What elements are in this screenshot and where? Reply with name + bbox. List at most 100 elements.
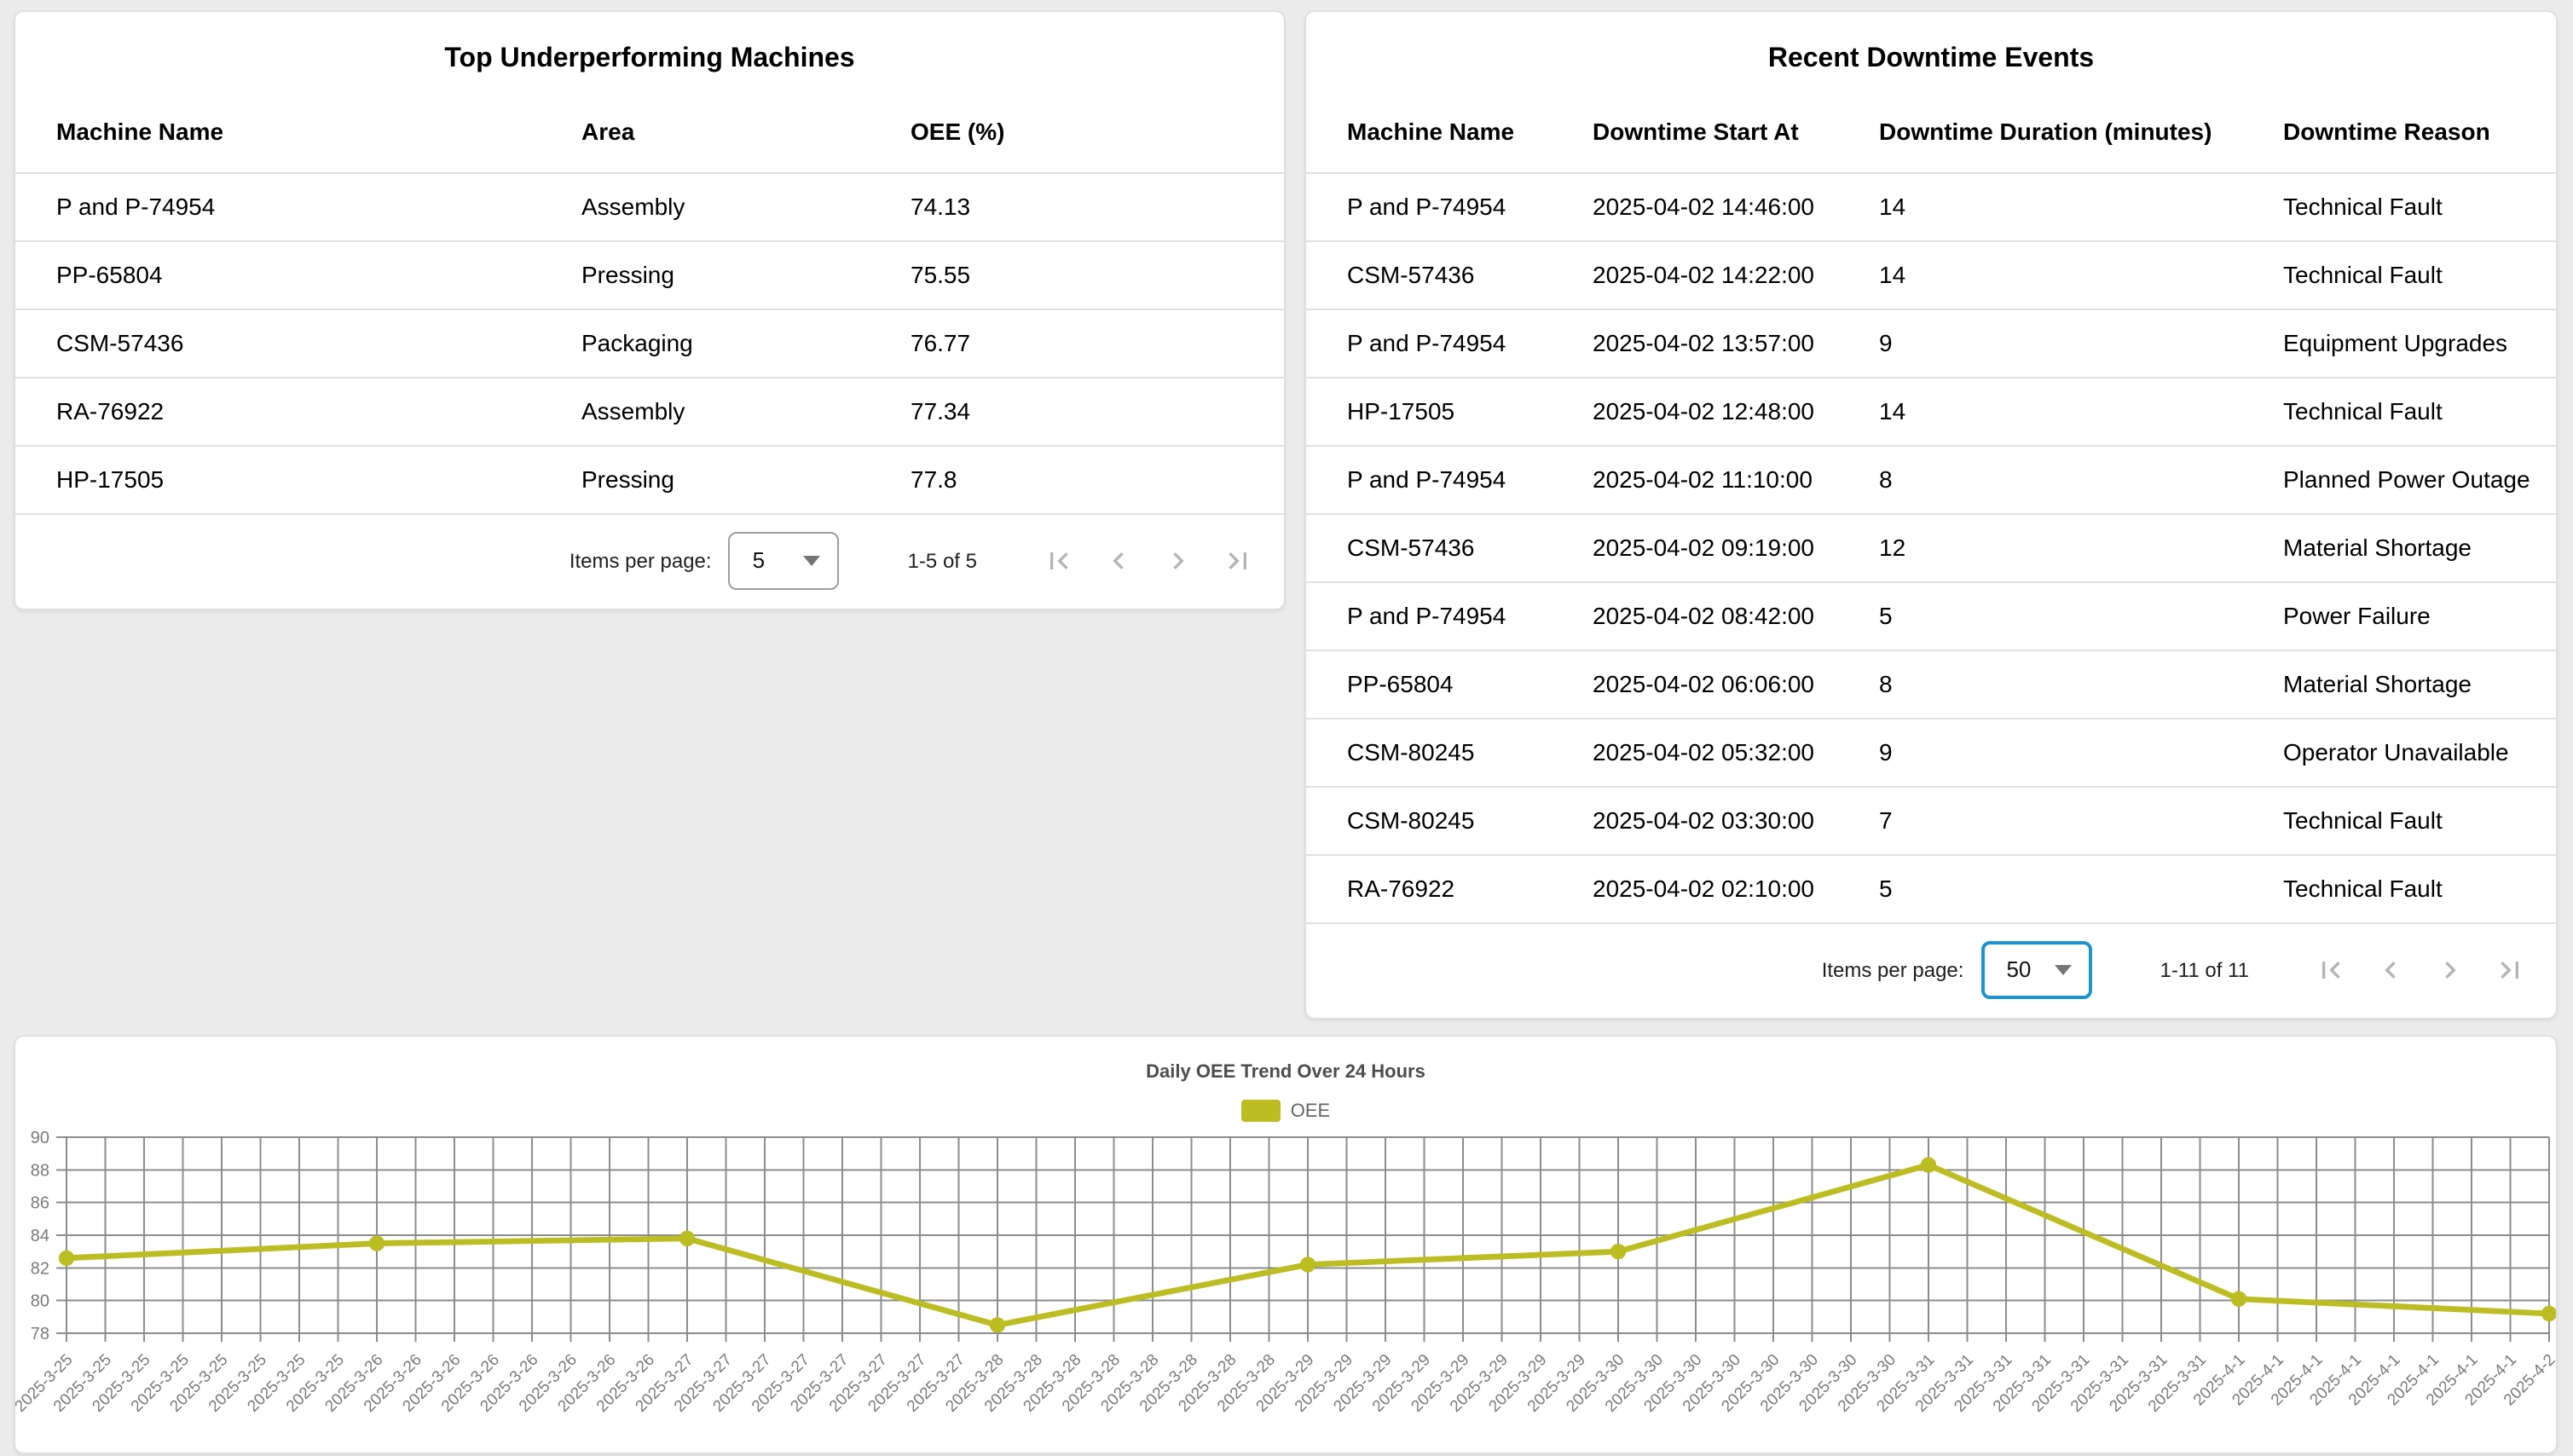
items-per-page-label: Items per page: bbox=[1822, 957, 1964, 981]
table-cell: 8 bbox=[1838, 445, 2242, 513]
column-header: OEE (%) bbox=[870, 90, 1284, 172]
table-cell: 2025-04-02 02:10:00 bbox=[1552, 854, 1838, 922]
first-page-button[interactable] bbox=[2305, 944, 2356, 995]
table-cell: 2025-04-02 09:19:00 bbox=[1552, 513, 1838, 581]
table-row: PP-658042025-04-02 06:06:008Material Sho… bbox=[1306, 650, 2556, 718]
last-page-button[interactable] bbox=[2484, 944, 2535, 995]
table-cell: Packaging bbox=[541, 309, 870, 377]
chart-legend: OEE bbox=[15, 1100, 2556, 1122]
first-page-icon bbox=[1042, 543, 1076, 577]
table-cell: Power Failure bbox=[2242, 581, 2556, 650]
column-header: Machine Name bbox=[15, 90, 541, 172]
table-cell: 5 bbox=[1838, 854, 2242, 922]
table-cell: 75.55 bbox=[870, 240, 1284, 309]
chevron-left-icon bbox=[2374, 952, 2408, 986]
table-cell: 9 bbox=[1838, 309, 2242, 377]
legend-swatch bbox=[1241, 1100, 1281, 1122]
table-cell: Pressing bbox=[541, 445, 870, 513]
table-cell: 2025-04-02 13:57:00 bbox=[1552, 309, 1838, 377]
table-cell: 2025-04-02 03:30:00 bbox=[1552, 786, 1838, 854]
column-header: Area bbox=[541, 90, 870, 172]
table-cell: Technical Fault bbox=[2242, 377, 2556, 445]
table-cell: Material Shortage bbox=[2242, 650, 2556, 718]
previous-page-button[interactable] bbox=[1093, 534, 1144, 586]
svg-text:88: 88 bbox=[31, 1161, 49, 1180]
table-cell: RA-76922 bbox=[15, 377, 541, 445]
table-cell: PP-65804 bbox=[1306, 650, 1552, 718]
chart-title: Daily OEE Trend Over 24 Hours bbox=[15, 1037, 2556, 1084]
table-row: CSM-802452025-04-02 03:30:007Technical F… bbox=[1306, 786, 2556, 854]
table-cell: CSM-57436 bbox=[1306, 513, 1552, 581]
next-page-button[interactable] bbox=[1153, 534, 1204, 586]
underperforming-machines-table: Machine NameAreaOEE (%) P and P-74954Ass… bbox=[15, 90, 1284, 514]
svg-text:86: 86 bbox=[31, 1194, 49, 1213]
table-cell: Pressing bbox=[541, 240, 870, 309]
table-cell: CSM-80245 bbox=[1306, 786, 1552, 854]
items-per-page-select[interactable]: 5 bbox=[729, 531, 840, 589]
table-cell: HP-17505 bbox=[15, 445, 541, 513]
table-row: HP-175052025-04-02 12:48:0014Technical F… bbox=[1306, 377, 2556, 445]
table-row: RA-769222025-04-02 02:10:005Technical Fa… bbox=[1306, 854, 2556, 922]
table-cell: 2025-04-02 06:06:00 bbox=[1552, 650, 1838, 718]
previous-page-button[interactable] bbox=[2365, 944, 2416, 995]
card-title: Top Underperforming Machines bbox=[15, 12, 1284, 90]
table-cell: Technical Fault bbox=[2242, 172, 2556, 240]
table-cell: Assembly bbox=[541, 377, 870, 445]
next-page-button[interactable] bbox=[2425, 944, 2476, 995]
table-cell: P and P-74954 bbox=[1306, 172, 1552, 240]
svg-text:80: 80 bbox=[31, 1292, 49, 1311]
page-range-label: 1-11 of 11 bbox=[2160, 957, 2249, 981]
chevron-down-icon bbox=[2054, 964, 2071, 974]
table-header-row: Machine NameAreaOEE (%) bbox=[15, 90, 1284, 172]
last-page-icon bbox=[1221, 543, 1255, 577]
table-row: CSM-802452025-04-02 05:32:009Operator Un… bbox=[1306, 718, 2556, 786]
table-cell: P and P-74954 bbox=[1306, 309, 1552, 377]
table-cell: Material Shortage bbox=[2242, 513, 2556, 581]
table-cell: 7 bbox=[1838, 786, 2242, 854]
chevron-right-icon bbox=[1161, 543, 1195, 577]
table-cell: 12 bbox=[1838, 513, 2242, 581]
table-cell: 2025-04-02 14:46:00 bbox=[1552, 172, 1838, 240]
table-cell: Operator Unavailable bbox=[2242, 718, 2556, 786]
column-header: Downtime Duration (minutes) bbox=[1838, 90, 2242, 172]
table-cell: P and P-74954 bbox=[1306, 581, 1552, 650]
first-page-button[interactable] bbox=[1033, 534, 1084, 586]
column-header: Machine Name bbox=[1306, 90, 1552, 172]
oee-trend-card: Daily OEE Trend Over 24 Hours OEE 788082… bbox=[14, 1035, 2558, 1454]
table-cell: 14 bbox=[1838, 240, 2242, 309]
svg-text:78: 78 bbox=[31, 1325, 49, 1343]
top-underperforming-machines-card: Top Underperforming Machines Machine Nam… bbox=[14, 10, 1286, 610]
table-cell: 2025-04-02 11:10:00 bbox=[1552, 445, 1838, 513]
recent-downtime-events-card: Recent Downtime Events Machine NameDownt… bbox=[1304, 10, 2558, 1020]
table-row: RA-76922Assembly77.34 bbox=[15, 377, 1284, 445]
table-row: P and P-749542025-04-02 14:46:0014Techni… bbox=[1306, 172, 2556, 240]
items-per-page-select[interactable]: 50 bbox=[1980, 940, 2091, 998]
table-cell: Assembly bbox=[541, 172, 870, 240]
table-cell: 76.77 bbox=[870, 309, 1284, 377]
table-cell: Technical Fault bbox=[2242, 786, 2556, 854]
table-cell: CSM-57436 bbox=[1306, 240, 1552, 309]
table-cell: P and P-74954 bbox=[15, 172, 541, 240]
items-per-page-value: 5 bbox=[731, 547, 765, 573]
table-row: P and P-74954Assembly74.13 bbox=[15, 172, 1284, 240]
last-page-button[interactable] bbox=[1212, 534, 1263, 586]
table-cell: 2025-04-02 05:32:00 bbox=[1552, 718, 1838, 786]
table-row: P and P-749542025-04-02 08:42:005Power F… bbox=[1306, 581, 2556, 650]
svg-text:90: 90 bbox=[31, 1129, 49, 1147]
column-header: Downtime Start At bbox=[1552, 90, 1838, 172]
svg-text:84: 84 bbox=[31, 1227, 49, 1245]
table-cell: PP-65804 bbox=[15, 240, 541, 309]
table-row: CSM-574362025-04-02 09:19:0012Material S… bbox=[1306, 513, 2556, 581]
page-range-label: 1-5 of 5 bbox=[908, 548, 977, 572]
table-cell: 2025-04-02 12:48:00 bbox=[1552, 377, 1838, 445]
table-row: P and P-749542025-04-02 11:10:008Planned… bbox=[1306, 445, 2556, 513]
card-title: Recent Downtime Events bbox=[1306, 12, 2556, 90]
legend-label: OEE bbox=[1291, 1101, 1330, 1121]
first-page-icon bbox=[2314, 952, 2348, 986]
table-cell: 9 bbox=[1838, 718, 2242, 786]
column-header: Downtime Reason bbox=[2242, 90, 2556, 172]
table-cell: CSM-80245 bbox=[1306, 718, 1552, 786]
oee-trend-chart: 788082848688902025-3-252025-3-252025-3-2… bbox=[15, 1127, 2556, 1420]
table-row: P and P-749542025-04-02 13:57:009Equipme… bbox=[1306, 309, 2556, 377]
table-header-row: Machine NameDowntime Start AtDowntime Du… bbox=[1306, 90, 2556, 172]
